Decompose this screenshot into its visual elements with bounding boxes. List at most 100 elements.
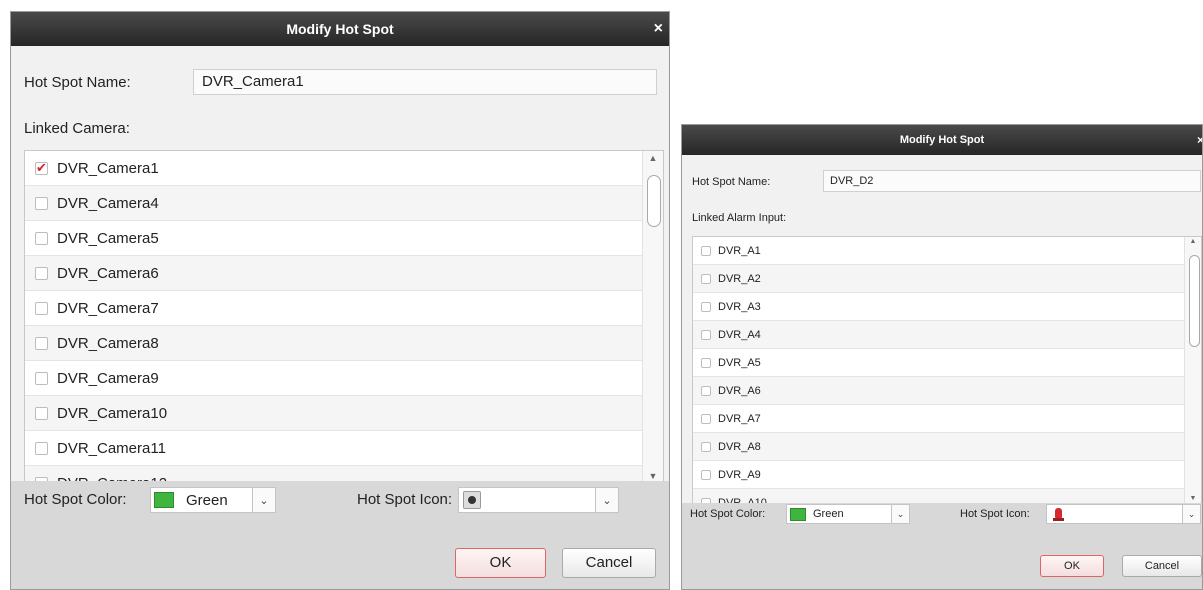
list-item[interactable]: DVR_Camera4 [25, 186, 643, 221]
chevron-down-icon[interactable]: ⌄ [252, 488, 275, 512]
list-item-label: DVR_Camera9 [57, 369, 159, 387]
checkbox[interactable] [701, 413, 711, 424]
cancel-button[interactable]: Cancel [562, 548, 656, 578]
scroll-up-icon[interactable]: ▲ [1185, 238, 1201, 245]
list-item-label: DVR_A5 [718, 356, 761, 369]
checkbox[interactable] [701, 441, 711, 452]
list-item[interactable]: DVR_Camera10 [25, 396, 643, 431]
list-item[interactable]: DVR_A1 [693, 237, 1185, 265]
hot-spot-name-label: Hot Spot Name: [692, 176, 771, 188]
linked-camera-label: Linked Camera: [24, 120, 130, 137]
hot-spot-color-label: Hot Spot Color: [24, 491, 127, 508]
hot-spot-color-select[interactable]: Green ⌄ [786, 504, 910, 524]
list-item-label: DVR_Camera5 [57, 229, 159, 247]
modify-hot-spot-dialog-camera: Modify Hot Spot × Hot Spot Name: DVR_Cam… [10, 11, 670, 590]
checkbox[interactable] [701, 469, 711, 480]
alarm-siren-icon [1053, 507, 1064, 521]
list-item[interactable]: DVR_Camera8 [25, 326, 643, 361]
chevron-down-icon[interactable]: ⌄ [1182, 505, 1200, 523]
modify-hot-spot-dialog-alarm: Modify Hot Spot × Hot Spot Name: DVR_D2 … [681, 124, 1203, 590]
list-item-label: DVR_Camera10 [57, 404, 168, 422]
checkbox[interactable] [701, 385, 711, 396]
checkbox[interactable] [701, 329, 711, 340]
list-item-label: DVR_A8 [718, 440, 761, 453]
hot-spot-icon-select[interactable]: ⌄ [1046, 504, 1201, 524]
linked-alarm-input-list[interactable]: DVR_A1 DVR_A2 DVR_A3 DVR_A4 DVR_A5 DVR_A6 DVR_… [692, 236, 1202, 504]
list-item-label: DVR_Camera11 [57, 439, 166, 457]
hot-spot-color-select[interactable]: Green ⌄ [150, 487, 276, 513]
hot-spot-color-label: Hot Spot Color: [690, 508, 766, 520]
list-item-label: DVR_A3 [718, 300, 761, 313]
close-icon[interactable]: × [1197, 125, 1202, 155]
list-item[interactable]: DVR_Camera11 [25, 431, 643, 466]
list-item[interactable]: DVR_Camera6 [25, 256, 643, 291]
scrollbar-thumb[interactable] [1189, 255, 1200, 347]
checkbox-checked[interactable] [35, 160, 48, 176]
scrollbar-thumb[interactable] [647, 175, 661, 227]
hot-spot-name-value: DVR_D2 [830, 175, 874, 187]
list-item[interactable]: DVR_Camera1 [25, 151, 643, 186]
hot-spot-name-input[interactable]: DVR_D2 [823, 170, 1201, 192]
hot-spot-color-value: Green [813, 508, 844, 520]
list-item-label: DVR_A2 [718, 272, 761, 285]
list-item[interactable]: DVR_Camera7 [25, 291, 643, 326]
checkbox[interactable] [35, 196, 48, 210]
list-item-label: DVR_A9 [718, 468, 761, 481]
checkbox[interactable] [701, 301, 711, 312]
scroll-down-icon[interactable]: ▼ [1185, 495, 1201, 502]
list-item[interactable]: DVR_A6 [693, 377, 1185, 405]
list-item-label: DVR_A7 [718, 412, 761, 425]
list-item[interactable]: DVR_A9 [693, 461, 1185, 489]
checkbox[interactable] [701, 357, 711, 368]
dialog-title: Modify Hot Spot [286, 21, 394, 37]
cancel-button[interactable]: Cancel [1122, 555, 1202, 577]
linked-camera-list[interactable]: DVR_Camera1 DVR_Camera4 DVR_Camera5 DVR_Cam… [24, 150, 664, 484]
checkbox[interactable] [701, 273, 711, 284]
checkbox[interactable] [35, 266, 48, 280]
list-scrollbar[interactable]: ▲ ▼ [1184, 237, 1201, 503]
list-item-label: DVR_A6 [718, 384, 761, 397]
checkbox[interactable] [35, 371, 48, 385]
hot-spot-icon-label: Hot Spot Icon: [960, 508, 1030, 520]
ok-button[interactable]: OK [455, 548, 546, 578]
list-item[interactable]: DVR_A4 [693, 321, 1185, 349]
list-item-label: DVR_Camera4 [57, 194, 159, 212]
linked-alarm-input-label: Linked Alarm Input: [692, 212, 787, 224]
dialog-title: Modify Hot Spot [899, 134, 985, 146]
chevron-down-icon[interactable]: ⌄ [595, 488, 618, 512]
hot-spot-name-input[interactable]: DVR_Camera1 [193, 69, 657, 95]
list-item[interactable]: DVR_A10 [693, 489, 1185, 503]
hot-spot-icon-select[interactable]: ⌄ [458, 487, 619, 513]
list-item[interactable]: DVR_A7 [693, 405, 1185, 433]
green-swatch-icon [790, 507, 806, 521]
list-item-label: DVR_Camera8 [57, 334, 159, 352]
camera-icon [463, 491, 481, 509]
list-scrollbar[interactable]: ▲ ▼ [642, 151, 663, 483]
ok-button[interactable]: OK [1040, 555, 1104, 577]
hot-spot-name-label: Hot Spot Name: [24, 74, 131, 91]
list-item[interactable]: DVR_A8 [693, 433, 1185, 461]
checkbox[interactable] [35, 441, 48, 455]
checkbox[interactable] [35, 336, 48, 350]
list-item[interactable]: DVR_A5 [693, 349, 1185, 377]
list-item[interactable]: DVR_Camera9 [25, 361, 643, 396]
list-item-label: DVR_A1 [718, 244, 761, 257]
dialog-titlebar: Modify Hot Spot × [11, 12, 669, 46]
hot-spot-color-value: Green [186, 491, 228, 509]
list-item-label: DVR_Camera7 [57, 299, 159, 317]
checkbox[interactable] [701, 245, 711, 256]
scroll-down-icon[interactable]: ▼ [643, 471, 663, 481]
checkbox[interactable] [35, 231, 48, 245]
checkbox[interactable] [35, 406, 48, 420]
list-item[interactable]: DVR_Camera5 [25, 221, 643, 256]
list-item-label: DVR_Camera6 [57, 264, 159, 282]
hot-spot-name-value: DVR_Camera1 [202, 73, 304, 90]
chevron-down-icon[interactable]: ⌄ [891, 505, 909, 523]
checkbox[interactable] [35, 301, 48, 315]
list-item[interactable]: DVR_A2 [693, 265, 1185, 293]
list-item[interactable]: DVR_A3 [693, 293, 1185, 321]
close-icon[interactable]: × [654, 12, 663, 46]
scroll-up-icon[interactable]: ▲ [643, 153, 663, 163]
list-item-label: DVR_A4 [718, 328, 761, 341]
green-swatch-icon [154, 492, 174, 508]
